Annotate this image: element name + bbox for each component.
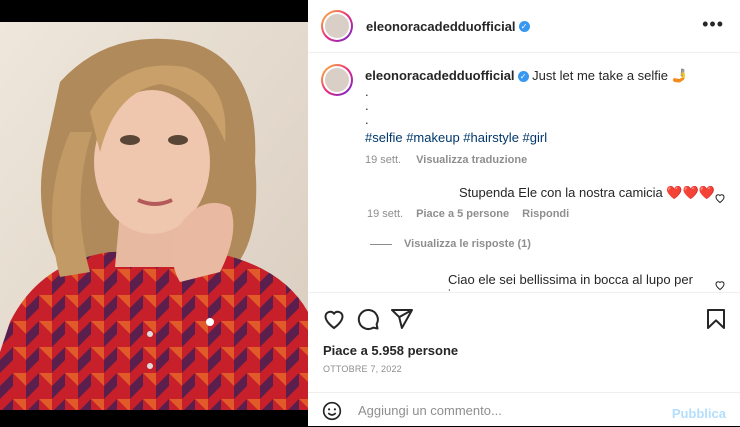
more-options-icon[interactable]: ••• (702, 14, 724, 35)
post-date: OTTOBRE 7, 2022 (323, 364, 402, 374)
caption-avatar[interactable] (321, 64, 353, 96)
caption-dot: . (365, 98, 369, 113)
comment-text: Stupenda Ele con la nostra camicia ❤️❤️❤… (459, 185, 715, 200)
post-header: eleonoracadedduofficial ✓ ••• (308, 0, 740, 53)
comment-like-icon[interactable] (714, 192, 726, 204)
comment-icon[interactable] (356, 307, 380, 331)
caption-meta: 19 sett. Visualizza traduzione (365, 151, 725, 169)
comment-input[interactable] (356, 402, 650, 419)
caption: eleonoracadedduofficial ✓ Just let me tak… (365, 67, 725, 169)
likes-count[interactable]: Piace a 5.958 persone (323, 343, 458, 358)
verified-icon: ✓ (518, 21, 530, 33)
caption-dots: . . . (365, 85, 725, 127)
reply-button[interactable]: Rispondi (522, 208, 569, 220)
avatar[interactable] (321, 10, 353, 42)
comment-meta: 19 sett. Piace a 5 persone Rispondi (367, 208, 579, 220)
action-bar (308, 292, 740, 333)
selfie-emoji: 🤳 (671, 68, 688, 83)
emoji-icon[interactable] (322, 401, 342, 421)
comment-text: Ciao ele sei bellissima in bocca al lupo… (448, 272, 693, 292)
bookmark-icon[interactable] (704, 307, 728, 331)
translate-link[interactable]: Visualizza traduzione (416, 154, 527, 166)
header-username[interactable]: eleonoracadedduofficial (366, 19, 516, 34)
replies-line (370, 243, 392, 245)
publish-button[interactable]: Pubblica (672, 406, 726, 421)
share-icon[interactable] (390, 307, 414, 331)
header-user: eleonoracadedduofficial ✓ (366, 18, 530, 36)
view-replies-label: Visualizza le risposte (1) (404, 238, 531, 250)
hashtags[interactable]: #selfie #makeup #hairstyle #girl (365, 129, 725, 147)
caption-username[interactable]: eleonoracadedduofficial (365, 68, 515, 83)
caption-dot: . (365, 84, 369, 99)
add-comment-bar: Pubblica (308, 392, 740, 427)
like-heart-icon[interactable] (322, 307, 346, 331)
comment-like-icon[interactable] (714, 279, 726, 291)
caption-text: Just let me take a selfie (532, 68, 669, 83)
view-replies[interactable]: Visualizza le risposte (1) (370, 238, 531, 250)
post-panel: eleonoracadedduofficial ✓ ••• eleonoracad… (308, 0, 740, 426)
verified-icon: ✓ (517, 71, 529, 83)
caption-age: 19 sett. (365, 154, 402, 166)
post-photo[interactable] (0, 0, 308, 426)
caption-dot: . (365, 112, 369, 127)
comment-age: 19 sett. (367, 208, 404, 220)
selfie-image (0, 22, 308, 410)
comment-likes[interactable]: Piace a 5 persone (416, 208, 509, 220)
